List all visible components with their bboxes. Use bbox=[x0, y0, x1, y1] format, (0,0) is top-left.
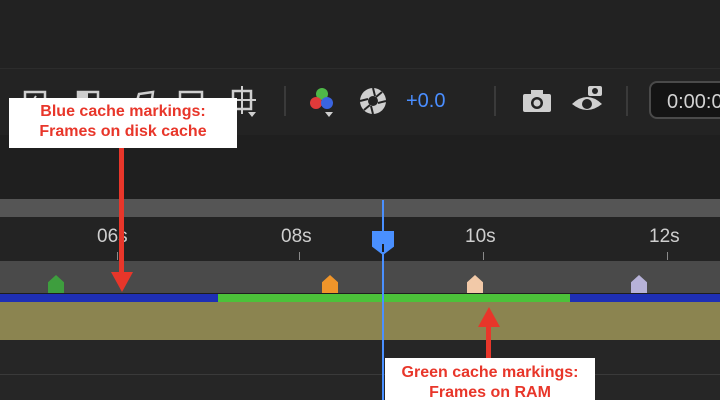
ram-cache-segment bbox=[218, 294, 570, 302]
disk-cache-segment bbox=[0, 294, 218, 302]
panel-header bbox=[0, 0, 720, 68]
layer-duration-bar[interactable] bbox=[0, 302, 720, 340]
tick-label: 08s bbox=[281, 226, 312, 247]
exposure-value[interactable]: +0.0 bbox=[406, 90, 445, 113]
tick-mark bbox=[117, 252, 118, 260]
tick-label: 10s bbox=[465, 226, 496, 247]
row-divider bbox=[0, 374, 720, 375]
disk-cache-segment bbox=[570, 294, 720, 302]
toolbar-separator bbox=[626, 86, 628, 116]
tick-mark bbox=[667, 252, 668, 260]
composition-marker-row bbox=[0, 261, 720, 293]
exposure-shutter-icon[interactable] bbox=[356, 84, 390, 118]
toolbar-separator bbox=[494, 86, 496, 116]
green-cache-callout: Green cache markings: Frames on RAM bbox=[385, 358, 595, 400]
green-callout-arrow bbox=[486, 325, 491, 358]
toolbar-separator bbox=[284, 86, 286, 116]
work-area-bar[interactable] bbox=[0, 199, 720, 217]
show-snapshot-icon[interactable] bbox=[570, 84, 604, 118]
playhead-line bbox=[382, 200, 384, 400]
blue-cache-callout: Blue cache markings: Frames on disk cach… bbox=[9, 98, 237, 148]
tick-mark bbox=[483, 252, 484, 260]
callout-line: Blue cache markings: bbox=[40, 103, 206, 120]
snapshot-camera-icon[interactable] bbox=[520, 84, 554, 118]
tick-mark bbox=[299, 252, 300, 260]
timeline-empty-row bbox=[0, 340, 720, 400]
playhead-notch bbox=[382, 244, 384, 252]
current-time-display[interactable]: 0:00:0 bbox=[649, 81, 720, 119]
blue-callout-arrow bbox=[119, 148, 124, 274]
callout-line: Green cache markings: bbox=[401, 364, 579, 381]
channel-rgb-icon[interactable] bbox=[305, 84, 339, 118]
callout-line: Frames on RAM bbox=[429, 384, 551, 400]
tick-label: 12s bbox=[649, 226, 680, 247]
callout-line: Frames on disk cache bbox=[39, 123, 207, 140]
